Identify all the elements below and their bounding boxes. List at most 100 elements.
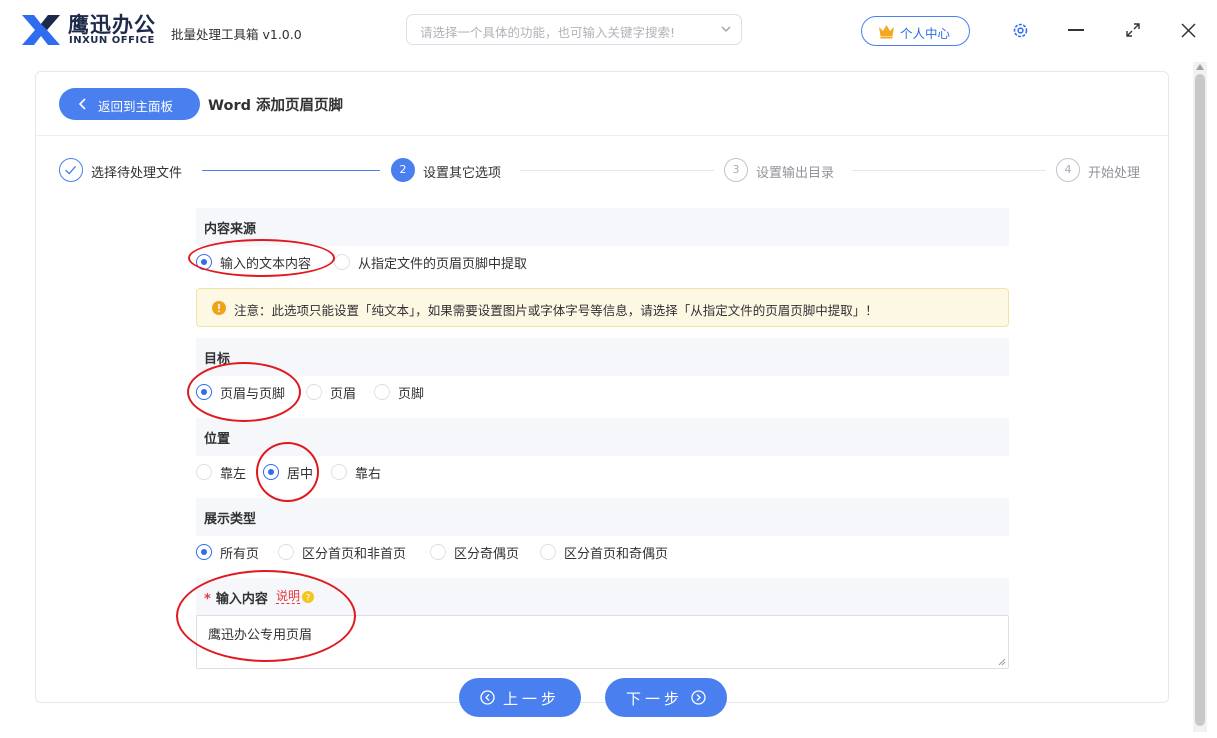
warning-notice: 注意：此选项只能设置「纯文本」，如果需要设置图片或字体字号等信息，请选择「从指定… xyxy=(196,288,1009,327)
check-icon xyxy=(59,158,83,182)
main-card: 返回到主面板 Word 添加页眉页脚 选择待处理文件 2 设置其它选项 3 设置… xyxy=(35,71,1169,703)
step-2-label: 设置其它选项 xyxy=(423,166,502,181)
display-radio-group: 所有页 区分首页和非首页 区分奇偶页 区分首页和奇偶页 xyxy=(196,542,1009,562)
radio-header[interactable]: 页眉 xyxy=(306,382,366,402)
radio-right[interactable]: 靠右 xyxy=(331,462,389,482)
step-1-label: 选择待处理文件 xyxy=(91,166,183,181)
radio-dot xyxy=(196,464,212,480)
radio-dot xyxy=(374,384,390,400)
radio-label: 居中 xyxy=(287,467,314,482)
prev-step-button[interactable]: 上一步 xyxy=(459,678,581,717)
radio-label: 靠右 xyxy=(355,467,382,482)
page-title: Word 添加页眉页脚 xyxy=(208,98,344,114)
target-section-header: 目标 xyxy=(196,338,1009,376)
scrollbar-thumb[interactable] xyxy=(1195,74,1205,726)
input-title-text: 输入内容 xyxy=(215,592,268,607)
back-to-dashboard-button[interactable]: 返回到主面板 xyxy=(59,88,200,120)
radio-dot xyxy=(306,384,322,400)
source-radio-group: 输入的文本内容 从指定文件的页眉页脚中提取 xyxy=(196,252,1009,272)
radio-dot xyxy=(278,544,294,560)
radio-odd-even-distinct[interactable]: 区分奇偶页 xyxy=(430,542,530,562)
chevron-right-circle-icon xyxy=(691,690,706,705)
radio-dot-selected xyxy=(263,464,279,480)
minimize-button[interactable] xyxy=(1068,29,1084,31)
radio-label: 页眉 xyxy=(330,387,357,402)
step-3-label: 设置输出目录 xyxy=(756,166,835,181)
radio-label: 页脚 xyxy=(398,387,425,402)
warning-icon xyxy=(212,301,226,315)
radio-dot xyxy=(430,544,446,560)
input-section-header: * 输入内容 说明 ? xyxy=(196,578,1009,616)
resize-handle-icon[interactable] xyxy=(998,658,1006,666)
radio-label: 从指定文件的页眉页脚中提取 xyxy=(358,257,528,272)
help-link[interactable]: 说明 xyxy=(276,589,301,604)
chevron-left-circle-icon xyxy=(480,690,495,705)
radio-label: 区分首页和奇偶页 xyxy=(564,547,669,562)
source-title: 内容来源 xyxy=(204,222,257,237)
textarea-value: 鹰迅办公专用页眉 xyxy=(208,628,313,643)
svg-text:?: ? xyxy=(306,594,311,604)
radio-dot-selected xyxy=(196,544,212,560)
prev-step-label: 上一步 xyxy=(503,690,561,708)
display-title: 展示类型 xyxy=(204,512,257,527)
target-title: 目标 xyxy=(204,352,231,367)
chevron-left-icon xyxy=(78,98,86,110)
content-textarea[interactable]: 鹰迅办公专用页眉 xyxy=(196,615,1009,669)
radio-footer[interactable]: 页脚 xyxy=(374,382,434,402)
radio-dot xyxy=(334,254,350,270)
step-2-number: 2 xyxy=(391,158,415,182)
brand-name-en: INXUN OFFICE xyxy=(69,35,155,46)
step-3-number: 3 xyxy=(724,158,748,182)
step-connector xyxy=(852,170,1046,171)
radio-from-file[interactable]: 从指定文件的页眉页脚中提取 xyxy=(334,252,554,272)
next-step-button[interactable]: 下一步 xyxy=(605,678,727,717)
radio-first-page-distinct[interactable]: 区分首页和非首页 xyxy=(278,542,420,562)
title-bar: 鹰迅办公 INXUN OFFICE 批量处理工具箱 v1.0.0 请选择一个具体… xyxy=(0,0,1217,62)
radio-label: 所有页 xyxy=(220,547,260,562)
position-title: 位置 xyxy=(204,432,231,447)
user-center-label: 个人中心 xyxy=(900,26,951,41)
maximize-button[interactable] xyxy=(1125,22,1141,38)
required-mark: * xyxy=(204,592,211,607)
user-center-button[interactable]: 个人中心 xyxy=(861,16,970,46)
radio-dot xyxy=(540,544,556,560)
radio-first-and-odd-even[interactable]: 区分首页和奇偶页 xyxy=(540,542,682,562)
app-title: 批量处理工具箱 v1.0.0 xyxy=(171,27,302,42)
step-connector xyxy=(520,170,714,171)
logo-icon xyxy=(22,15,60,45)
input-title: * 输入内容 xyxy=(204,588,268,607)
card-header: 返回到主面板 Word 添加页眉页脚 xyxy=(36,72,1168,136)
radio-header-and-footer[interactable]: 页眉与页脚 xyxy=(196,382,296,402)
radio-left[interactable]: 靠左 xyxy=(196,462,254,482)
gear-icon[interactable] xyxy=(1012,22,1029,39)
radio-label: 区分奇偶页 xyxy=(454,547,520,562)
radio-all-pages[interactable]: 所有页 xyxy=(196,542,268,562)
next-step-label: 下一步 xyxy=(626,690,684,708)
target-radio-group: 页眉与页脚 页眉 页脚 xyxy=(196,382,1009,402)
radio-dot-selected xyxy=(196,254,212,270)
step-connector xyxy=(202,170,380,171)
radio-dot-selected xyxy=(196,384,212,400)
radio-label: 靠左 xyxy=(220,467,247,482)
step-4-number: 4 xyxy=(1056,158,1080,182)
step-indicator: 选择待处理文件 2 设置其它选项 3 设置输出目录 4 开始处理 xyxy=(36,158,1168,188)
chevron-down-icon xyxy=(721,26,731,32)
position-section-header: 位置 xyxy=(196,418,1009,456)
step-4-label: 开始处理 xyxy=(1088,166,1141,181)
source-section-header: 内容来源 xyxy=(196,208,1009,246)
crown-icon xyxy=(879,25,894,39)
back-label: 返回到主面板 xyxy=(98,99,174,114)
radio-label: 页眉与页脚 xyxy=(220,387,286,402)
radio-label: 输入的文本内容 xyxy=(220,257,312,272)
display-section-header: 展示类型 xyxy=(196,498,1009,536)
help-icon[interactable]: ? xyxy=(302,591,314,603)
radio-dot xyxy=(331,464,347,480)
radio-text-content[interactable]: 输入的文本内容 xyxy=(196,252,326,272)
scroll-up-arrow-icon[interactable] xyxy=(1196,64,1204,70)
notice-text: 注意：此选项只能设置「纯文本」，如果需要设置图片或字体字号等信息，请选择「从指定… xyxy=(234,303,878,318)
vertical-scrollbar[interactable] xyxy=(1193,62,1207,732)
radio-center[interactable]: 居中 xyxy=(263,462,321,482)
radio-label: 区分首页和非首页 xyxy=(302,547,407,562)
close-button[interactable] xyxy=(1181,23,1196,38)
function-search-select[interactable]: 请选择一个具体的功能，也可输入关键字搜索! xyxy=(406,14,742,45)
